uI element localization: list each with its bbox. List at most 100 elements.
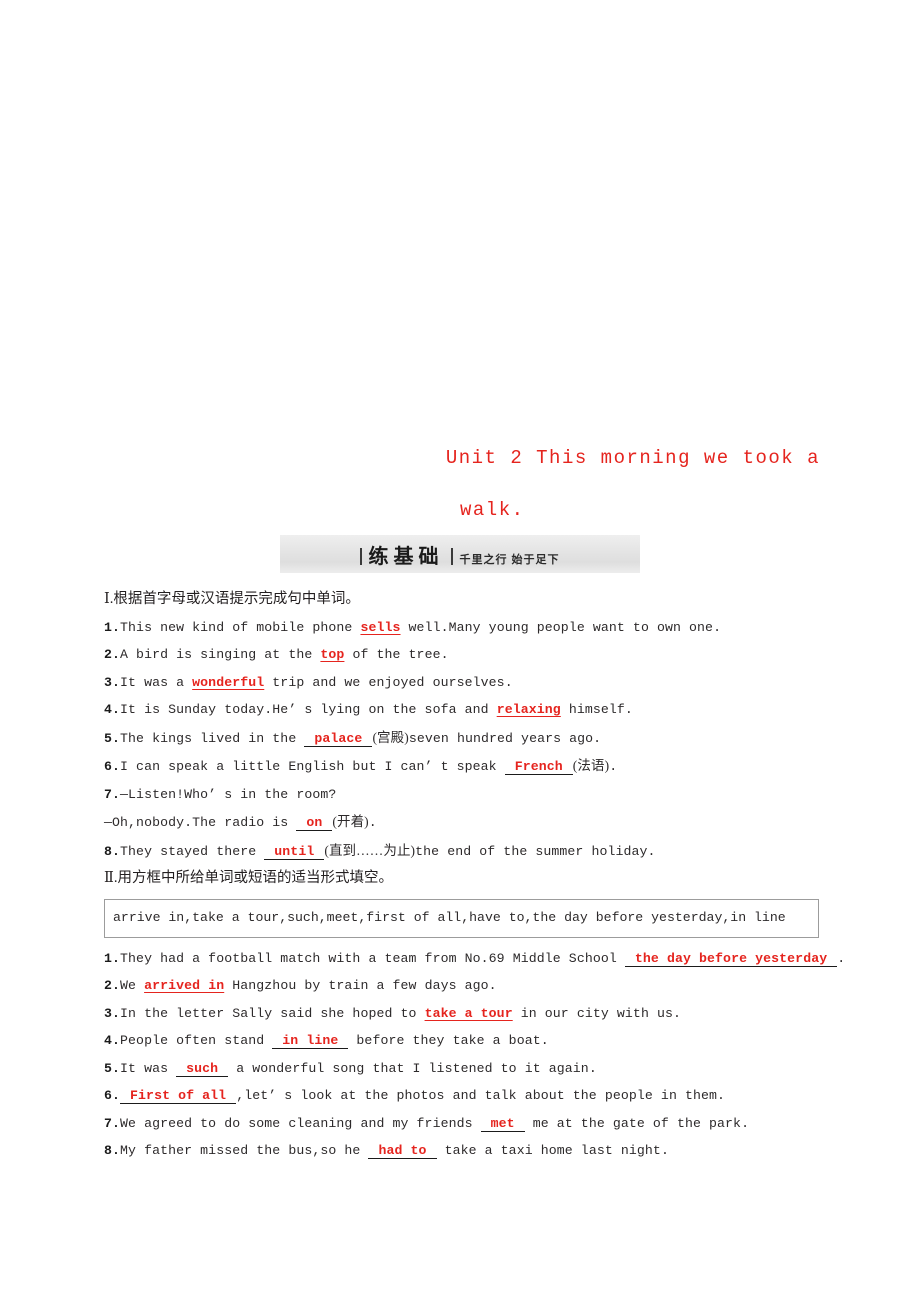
- question-text-post: a wonderful song that I listened to it a…: [228, 1060, 597, 1076]
- worksheet-page: Unit 2 This morning we took a walk. 练基础 …: [0, 0, 920, 1302]
- question-text-pre: In the letter Sally said she hoped to: [120, 1005, 425, 1021]
- question-number: 4.: [104, 702, 121, 717]
- question-text-pre: The kings lived in the: [120, 730, 305, 746]
- answer-text: take a tour: [424, 1005, 513, 1021]
- question-item: 7.—Listen!Who’ s in the room?: [104, 781, 920, 809]
- banner-sub-label: 千里之行 始于足下: [459, 553, 560, 566]
- page-watermark: [140, 145, 440, 250]
- answer-text: top: [320, 647, 345, 662]
- section-banner: 练基础 千里之行 始于足下: [280, 535, 640, 573]
- question-item: 5.It was such a wonderful song that I li…: [104, 1055, 920, 1083]
- question-number: 8.: [104, 1143, 121, 1158]
- question-number: 1.: [104, 950, 121, 966]
- answer-blank: had to: [368, 1143, 437, 1159]
- answer-text: arrived in: [144, 978, 225, 993]
- question-text-pre: This new kind of mobile phone: [120, 619, 361, 635]
- question-text-pre: It was a: [120, 674, 193, 690]
- question-text-post: himself.: [560, 702, 633, 717]
- question-text-post: Hangzhou by train a few days ago.: [224, 978, 497, 993]
- question-number: 5.: [104, 730, 121, 746]
- question-text-post: seven hundred years ago.: [408, 730, 602, 746]
- question-number: 5.: [104, 1060, 121, 1076]
- question-number: 2.: [104, 978, 121, 993]
- question-text-post: the end of the summer holiday.: [415, 843, 656, 859]
- question-item: 7.We agreed to do some cleaning and my f…: [104, 1110, 920, 1138]
- question-text-post: before they take a boat.: [348, 1033, 549, 1048]
- section-two-heading: Ⅱ.用方框中所给单词或短语的适当形式填空。: [104, 870, 393, 886]
- page-title-line-2: walk.: [460, 499, 525, 521]
- answer-blank: French: [504, 759, 573, 775]
- banner-right-bar-icon: [451, 547, 454, 565]
- answer-text: wonderful: [192, 674, 265, 690]
- question-number: 3.: [104, 1005, 121, 1021]
- answer-blank: the day before yesterday: [624, 950, 838, 967]
- question-text-pre: My father missed the bus,so he: [120, 1143, 369, 1158]
- question-text-post: .: [837, 950, 846, 966]
- worksheet-content: Ⅰ.根据首字母或汉语提示完成句中单词。 1.This new kind of m…: [104, 586, 920, 1165]
- answer-blank: such: [176, 1060, 229, 1077]
- question-text-pre: They stayed there: [120, 843, 265, 859]
- question-number: 7.: [104, 786, 121, 802]
- answer-blank: until: [264, 843, 325, 860]
- question-text-post: take a taxi home last night.: [436, 1143, 669, 1158]
- question-text-post: me at the gate of the park.: [524, 1115, 750, 1131]
- question-text-pre: They had a football match with a team fr…: [120, 950, 625, 966]
- hint-chinese: (开着): [332, 814, 369, 829]
- question-number: 6.: [104, 1088, 121, 1103]
- section-one-heading: Ⅰ.根据首字母或汉语提示完成句中单词。: [104, 591, 360, 607]
- question-text-post: ,let’ s look at the photos and talk abou…: [236, 1088, 726, 1103]
- question-text-post: .: [368, 815, 377, 830]
- hint-chinese: (法语): [572, 758, 610, 773]
- question-item: 8.They stayed there until (直到……为止)the end…: [104, 837, 920, 866]
- banner-main-label: 练基础: [368, 545, 444, 568]
- question-number: 3.: [104, 674, 121, 690]
- question-item: 4.It is Sunday today.He’ s lying on the …: [104, 696, 920, 724]
- question-number: 6.: [104, 759, 121, 774]
- question-text-post: .: [609, 759, 618, 774]
- question-text-pre: I can speak a little English but I can’ …: [120, 759, 505, 774]
- question-item: 4.People often stand in line before they…: [104, 1027, 920, 1055]
- answer-blank: palace: [304, 730, 373, 747]
- question-text-post: of the tree.: [344, 647, 449, 662]
- page-title: Unit 2 This morning we took a walk.: [100, 432, 820, 536]
- question-item: 2.We arrived in Hangzhou by train a few …: [104, 972, 920, 1000]
- question-item: 8.My father missed the bus,so he had to …: [104, 1137, 920, 1165]
- question-item: 1.They had a football match with a team …: [104, 945, 920, 973]
- banner-inner: 练基础 千里之行 始于足下: [360, 540, 559, 569]
- question-number: 8.: [104, 843, 121, 859]
- question-text-post: well.Many young people want to own one.: [400, 619, 722, 635]
- question-number: 4.: [104, 1033, 121, 1048]
- question-item: 2.A bird is singing at the top of the tr…: [104, 641, 920, 669]
- answer-blank: in line: [272, 1033, 349, 1049]
- question-text-pre: It is Sunday today.He’ s lying on the so…: [120, 702, 497, 717]
- question-text-post: trip and we enjoyed ourselves.: [264, 674, 513, 690]
- question-item: 6. First of all ,let’ s look at the photos…: [104, 1082, 920, 1110]
- hint-chinese: (宫殿): [372, 729, 409, 745]
- question-item-reply: —Oh,nobody.The radio is on (开着).: [104, 808, 920, 837]
- answer-blank: met: [480, 1115, 525, 1132]
- question-text-pre: A bird is singing at the: [120, 647, 321, 662]
- question-text-pre: —Oh,nobody.The radio is: [104, 815, 297, 830]
- question-text-post: in our city with us.: [512, 1005, 682, 1021]
- page-title-line-1: Unit 2 This morning we took a: [445, 447, 820, 469]
- question-item: 3.In the letter Sally said she hoped to …: [104, 1000, 920, 1028]
- question-number: 2.: [104, 647, 121, 662]
- question-text-pre: People often stand: [120, 1033, 273, 1048]
- answer-blank: on: [296, 815, 333, 831]
- question-item: 3.It was a wonderful trip and we enjoyed…: [104, 669, 920, 697]
- question-text-pre: We agreed to do some cleaning and my fri…: [120, 1115, 481, 1131]
- question-number: 7.: [104, 1115, 121, 1131]
- question-number: 1.: [104, 619, 121, 635]
- question-item: 6.I can speak a little English but I can…: [104, 752, 920, 781]
- question-text-pre: It was: [120, 1060, 177, 1076]
- hint-chinese: (直到……为止): [324, 842, 416, 858]
- question-item: 1.This new kind of mobile phone sells we…: [104, 614, 920, 642]
- answer-blank: First of all: [120, 1088, 237, 1104]
- answer-text: sells: [360, 619, 401, 635]
- question-item: 5.The kings lived in the palace (宫殿)seven…: [104, 724, 920, 753]
- answer-text: relaxing: [496, 702, 561, 717]
- word-bank-box: arrive in,take a tour,such,meet,first of…: [104, 898, 819, 938]
- question-text-pre: We: [120, 978, 145, 993]
- banner-left-bar-icon: [360, 547, 363, 565]
- question-text-pre: —Listen!Who’ s in the room?: [120, 786, 337, 802]
